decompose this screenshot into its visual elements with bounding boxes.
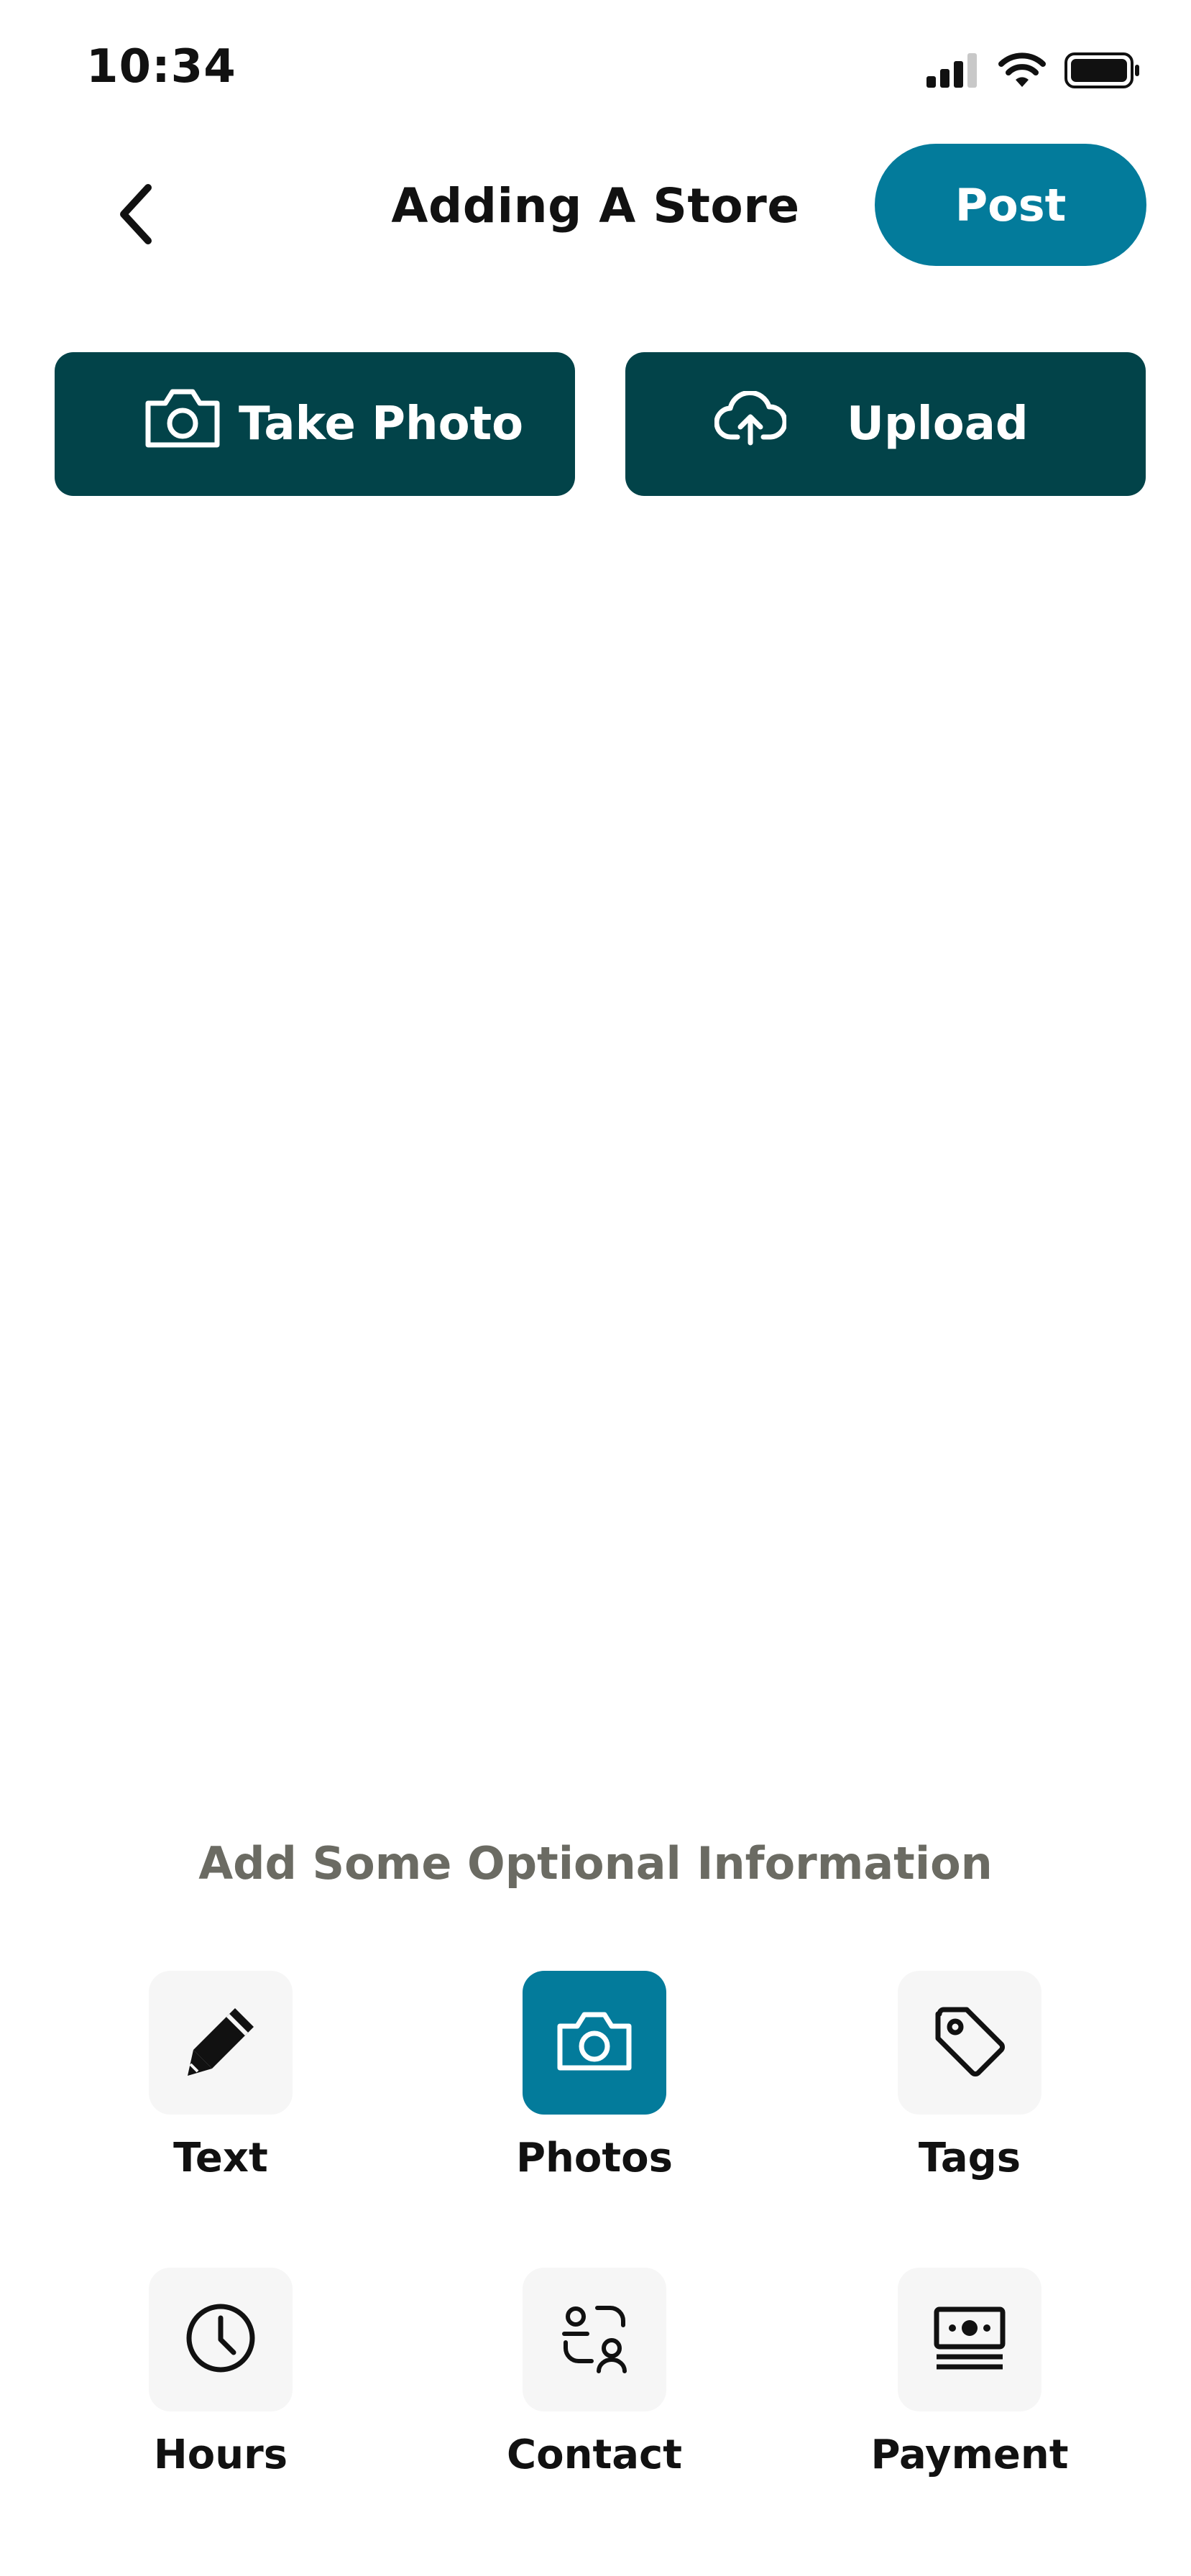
tag-icon	[932, 2004, 1007, 2082]
option-tags-label: Tags	[918, 2135, 1021, 2181]
camera-icon	[556, 2010, 633, 2076]
status-icons	[926, 50, 1141, 93]
option-contact-tile[interactable]	[523, 2268, 666, 2411]
option-photos-label: Photos	[516, 2135, 673, 2181]
upload-button[interactable]: Upload	[625, 352, 1146, 496]
option-contact[interactable]: Contact	[487, 2268, 702, 2478]
post-button[interactable]: Post	[875, 144, 1146, 266]
option-text[interactable]: Text	[113, 1971, 328, 2181]
optional-info-heading: Add Some Optional Information	[198, 1837, 993, 1890]
option-text-tile[interactable]	[149, 1971, 293, 2115]
take-photo-button[interactable]: Take Photo	[55, 352, 575, 496]
option-contact-label: Contact	[507, 2432, 682, 2478]
contact-icon	[557, 2301, 632, 2379]
wifi-icon	[998, 52, 1046, 92]
option-tags[interactable]: Tags	[862, 1971, 1077, 2181]
cloud-upload-icon	[714, 390, 788, 457]
option-hours-tile[interactable]	[149, 2268, 293, 2411]
battery-icon	[1064, 52, 1141, 92]
back-button[interactable]	[101, 176, 173, 255]
upload-label: Upload	[847, 397, 1029, 451]
option-tags-tile[interactable]	[898, 1971, 1041, 2115]
option-photos[interactable]: Photos	[487, 1971, 702, 2181]
clock-icon	[183, 2301, 258, 2379]
option-text-label: Text	[173, 2135, 268, 2181]
payment-icon	[932, 2301, 1007, 2379]
option-payment[interactable]: Payment	[862, 2268, 1077, 2478]
cellular-signal-icon	[926, 52, 980, 91]
option-payment-tile[interactable]	[898, 2268, 1041, 2411]
camera-icon	[144, 387, 221, 461]
status-time: 10:34	[86, 40, 236, 93]
option-hours[interactable]: Hours	[113, 2268, 328, 2478]
option-photos-tile[interactable]	[523, 1971, 666, 2115]
option-hours-label: Hours	[153, 2432, 288, 2478]
option-payment-label: Payment	[870, 2432, 1069, 2478]
screen: 10:34 Adding A Store Post Take Photo Upl…	[0, 0, 1191, 2576]
take-photo-label: Take Photo	[239, 397, 524, 451]
pencil-icon	[183, 2004, 258, 2082]
chevron-left-icon	[115, 182, 158, 250]
